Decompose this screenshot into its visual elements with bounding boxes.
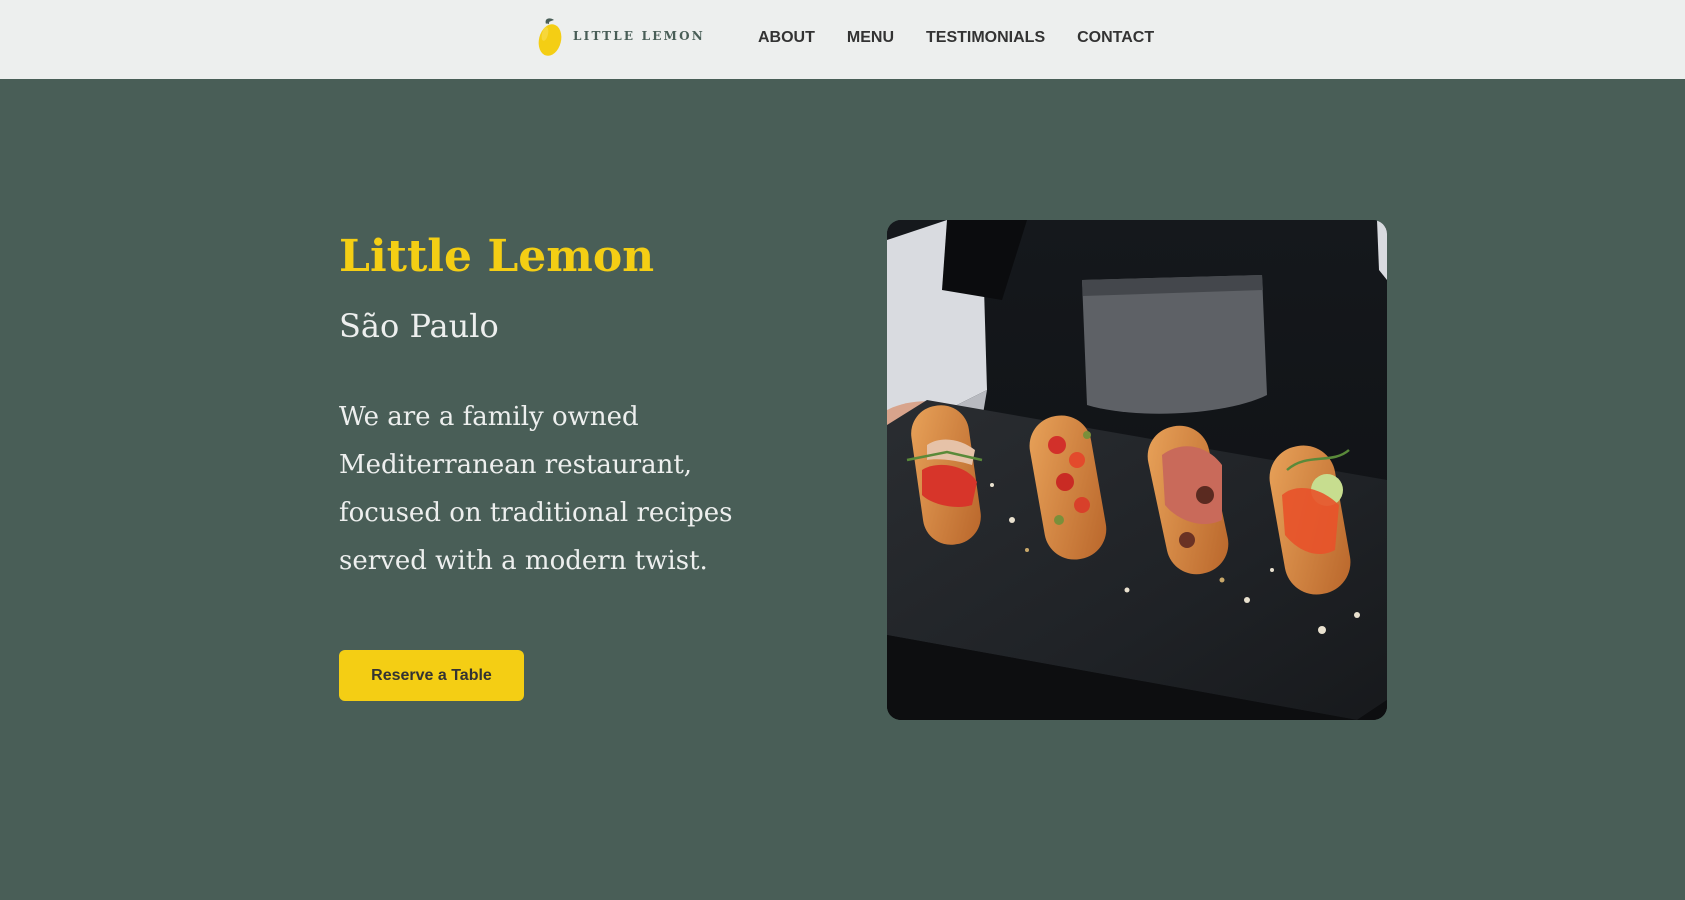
hero-title: Little Lemon xyxy=(339,231,655,282)
logo[interactable]: LITTLE LEMON xyxy=(536,15,705,57)
nav-menu[interactable]: MENU xyxy=(847,29,894,46)
nav-about[interactable]: ABOUT xyxy=(758,29,815,46)
hero-subtitle: São Paulo xyxy=(339,307,499,345)
hero-section: Little Lemon São Paulo We are a family o… xyxy=(0,79,1685,900)
lemon-icon xyxy=(538,18,562,56)
food-photo xyxy=(887,220,1387,720)
logo-text: LITTLE LEMON xyxy=(573,29,705,43)
navbar: LITTLE LEMON ABOUT MENU TESTIMONIALS CON… xyxy=(0,0,1685,79)
reserve-table-button[interactable]: Reserve a Table xyxy=(339,650,524,701)
hero-description: We are a family owned Mediterranean rest… xyxy=(339,402,733,576)
nav-contact[interactable]: CONTACT xyxy=(1077,29,1154,46)
hero-food-image xyxy=(887,220,1387,720)
nav-testimonials[interactable]: TESTIMONIALS xyxy=(926,29,1045,46)
main-nav: ABOUT MENU TESTIMONIALS CONTACT xyxy=(758,0,1154,75)
